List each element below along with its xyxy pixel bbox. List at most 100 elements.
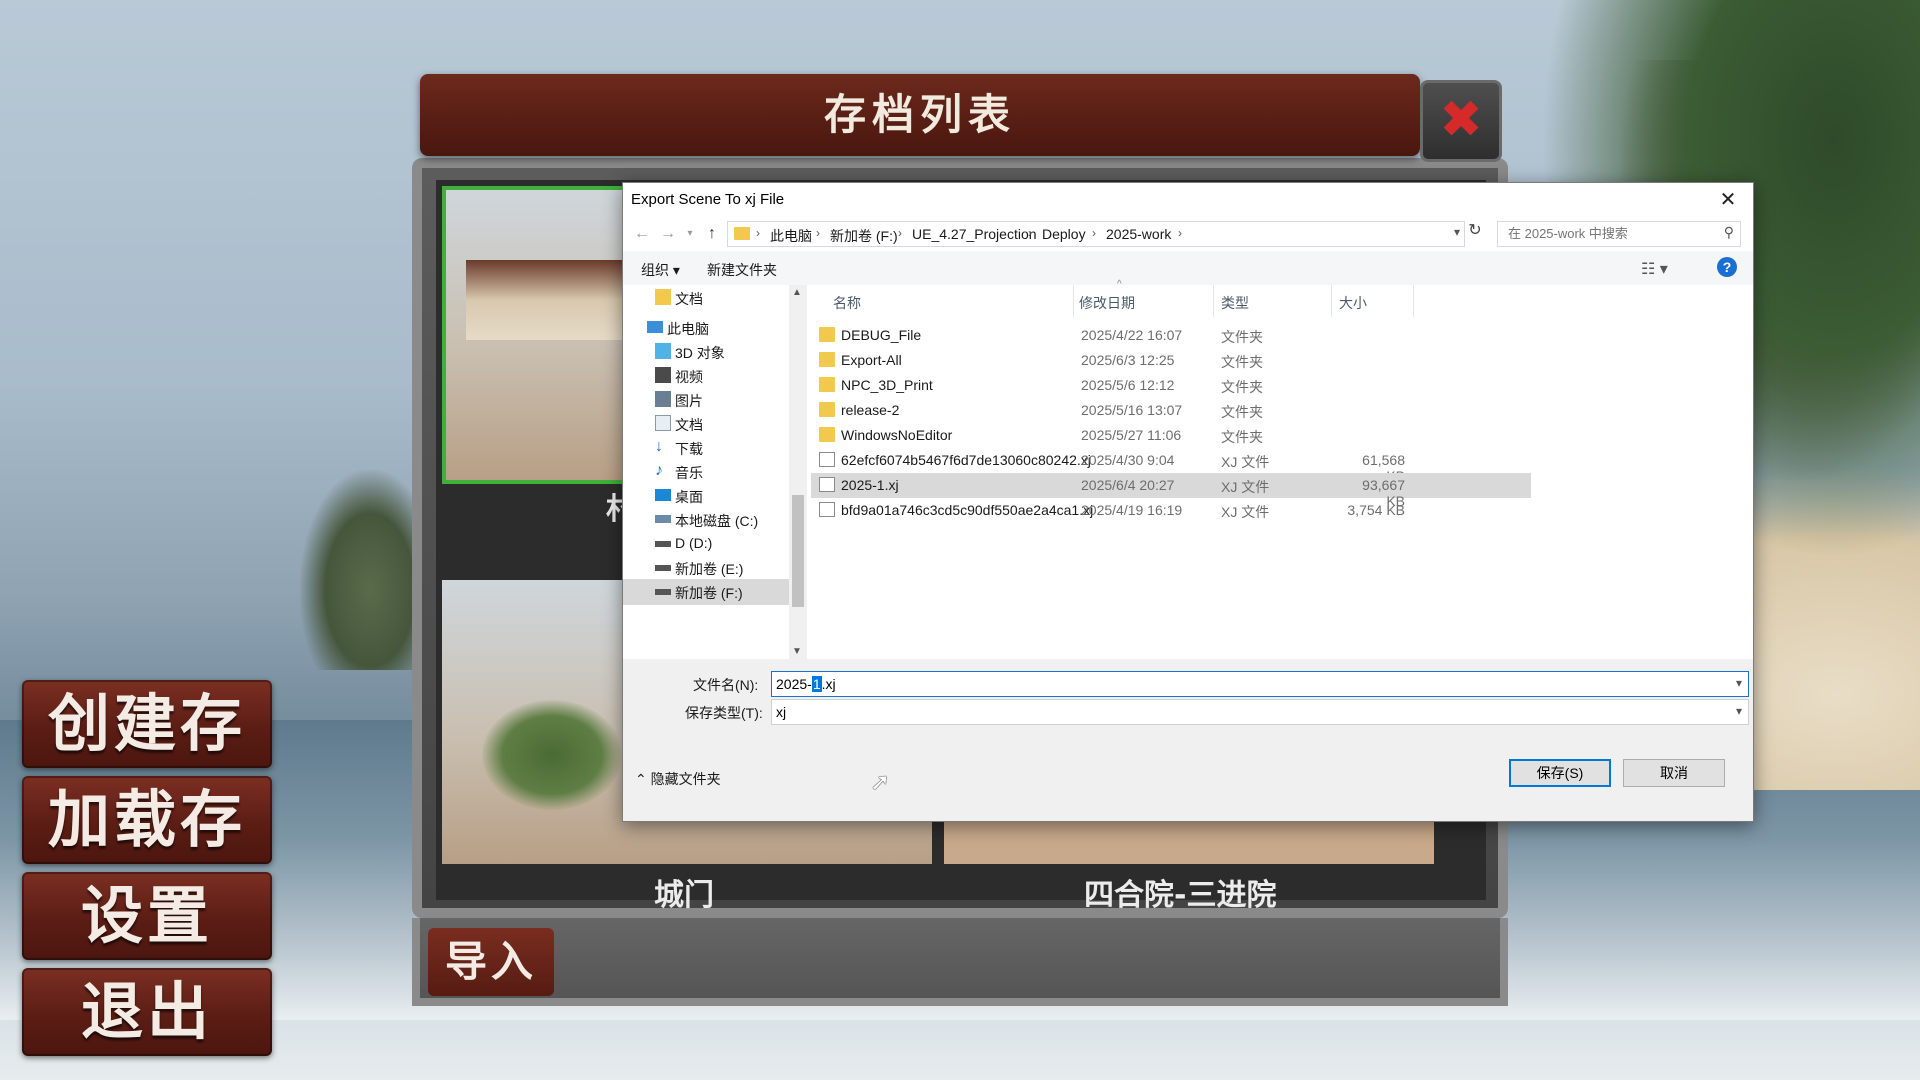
file-name: WindowsNoEditor [841,427,953,443]
new-folder-button[interactable]: 新建文件夹 [707,260,777,280]
filename-label: 文件名(N): [693,677,759,693]
file-name: 2025-1.xj [841,477,899,493]
nav-item-documents[interactable]: 文档 [623,285,793,311]
nav-item-label: D (D:) [675,535,713,551]
nav-item-drive-e[interactable]: 新加卷 (E:) [623,555,793,581]
file-type: XJ 文件 [1221,454,1270,470]
column-divider [1413,285,1414,317]
folder-icon [819,327,835,342]
file-row[interactable]: DEBUG_File 2025/4/22 16:07 文件夹 [811,323,1531,348]
column-divider [1331,285,1332,317]
search-icon: ⚲ [1723,224,1734,240]
save-slot-thumbnail[interactable] [944,820,1434,864]
chevron-down-icon[interactable]: ▾ [1454,225,1460,239]
hide-folders-toggle[interactable]: ⌃ 隐藏文件夹 [635,769,721,789]
folder-icon [734,227,750,240]
column-header-type[interactable]: 类型 [1221,293,1249,313]
close-x-icon[interactable]: ✖ [1420,80,1502,162]
file-name: bfd9a01a746c3cd5c90df550ae2a4ca1.xj [841,502,1094,518]
save-slot-thumbnail[interactable] [442,186,630,484]
filename-field[interactable]: 2025-1.xj ▾ [771,671,1749,697]
scroll-down-icon[interactable]: ▼ [792,646,802,657]
nav-item-drive-c[interactable]: 本地磁盘 (C:) [623,507,793,533]
save-button[interactable]: 保存(S) [1509,759,1611,787]
file-row[interactable]: 62efcf6074b5467f6d7de13060c80242.xj 2025… [811,448,1531,484]
nav-item-label: 此电脑 [667,321,709,337]
file-row[interactable]: WindowsNoEditor 2025/5/27 11:06 文件夹 [811,423,1531,448]
nav-item-music[interactable]: ♪ 音乐 [623,459,793,485]
breadcrumb-separator-icon: › [1028,226,1032,240]
back-arrow-icon[interactable]: ← [631,223,653,245]
nav-item-label: 音乐 [675,465,703,481]
file-row-selected[interactable]: 2025-1.xj 2025/6/4 20:27 XJ 文件 93,667 KB [811,473,1531,509]
create-save-button[interactable]: 创建存档 [22,680,272,848]
breadcrumb-item[interactable]: Deploy [1042,226,1086,242]
nav-item-documents-2[interactable]: 文档 [623,411,793,437]
file-name: Export-All [841,352,902,368]
settings-button[interactable]: 设置 [22,872,272,960]
breadcrumb-item[interactable]: 2025-work [1106,226,1171,242]
nav-item-downloads[interactable]: ↓ 下载 [623,435,793,461]
scroll-up-icon[interactable]: ▲ [792,287,802,298]
breadcrumb-item[interactable]: UE_4.27_Projection [912,226,1037,242]
file-date: 2025/4/19 16:19 [1081,502,1183,518]
refresh-icon[interactable]: ↻ [1464,220,1486,242]
breadcrumb-separator-icon: › [898,226,902,240]
column-header-size[interactable]: 大小 [1339,293,1367,313]
file-row[interactable]: bfd9a01a746c3cd5c90df550ae2a4ca1.xj 2025… [811,498,1531,523]
nav-item-label: 图片 [675,393,703,409]
nav-item-label: 桌面 [675,489,703,505]
nav-item-this-pc[interactable]: 此电脑 [623,315,793,341]
desktop-icon [655,489,671,501]
chevron-down-icon[interactable]: ▾ [1736,676,1742,690]
video-icon [655,367,671,383]
view-options-icon[interactable]: ☷ ▾ [1641,259,1668,279]
nav-item-videos[interactable]: 视频 [623,363,793,389]
recent-chevron-icon[interactable]: ▾ [679,223,701,245]
folder-icon [819,427,835,442]
file-type: 文件夹 [1221,404,1263,420]
file-row[interactable]: release-2 2025/5/16 13:07 文件夹 [811,398,1531,423]
column-header-date[interactable]: 修改日期 [1079,293,1135,313]
file-row[interactable]: Export-All 2025/6/3 12:25 文件夹 [811,348,1531,373]
nav-item-desktop[interactable]: 桌面 [623,483,793,509]
organize-menu[interactable]: 组织 ▾ [641,260,680,280]
breadcrumb-item[interactable]: 此电脑 [770,226,812,246]
column-header-name[interactable]: 名称 [833,293,861,313]
filetype-select[interactable]: xj ▾ [771,699,1749,725]
breadcrumb-separator-icon: › [816,226,820,240]
import-button[interactable]: 导入 [428,928,554,996]
exit-button[interactable]: 退出 [22,968,272,1056]
nav-item-label: 本地磁盘 (C:) [675,513,759,529]
nav-item-drive-f[interactable]: 新加卷 (F:) [623,579,793,605]
load-save-button[interactable]: 加载存档 [22,776,272,944]
file-name: NPC_3D_Print [841,377,933,393]
column-divider [1073,285,1074,317]
address-bar[interactable]: › 此电脑 › 新加卷 (F:) › UE_4.27_Projection › … [727,221,1465,247]
forward-arrow-icon[interactable]: → [657,223,679,245]
nav-item-drive-d[interactable]: D (D:) [623,531,793,557]
file-type: 文件夹 [1221,379,1263,395]
save-panel-title: 存档列表 [420,74,1420,156]
nav-item-label: 视频 [675,369,703,385]
scrollbar-thumb[interactable] [792,495,804,607]
file-name: release-2 [841,402,900,418]
cancel-button[interactable]: 取消 [1623,759,1725,787]
file-size: 3,754 KB [1347,502,1405,518]
help-icon[interactable]: ? [1717,257,1737,277]
file-icon [819,452,835,467]
breadcrumb-item[interactable]: 新加卷 (F:) [830,226,898,246]
nav-item-3d-objects[interactable]: 3D 对象 [623,339,793,365]
hide-folders-label: 隐藏文件夹 [650,771,721,787]
close-icon[interactable]: ✕ [1713,185,1743,215]
chevron-down-icon[interactable]: ▾ [1736,704,1742,718]
up-arrow-icon[interactable]: ↑ [701,223,723,245]
nav-scrollbar[interactable]: ▲ ▼ [789,285,807,659]
breadcrumb-separator-icon: › [1178,226,1182,240]
drive-icon [655,515,671,523]
search-box[interactable]: ⚲ [1497,221,1741,247]
import-bar [412,918,1508,1006]
search-input[interactable] [1506,225,1710,242]
file-row[interactable]: NPC_3D_Print 2025/5/6 12:12 文件夹 [811,373,1531,398]
nav-item-pictures[interactable]: 图片 [623,387,793,413]
